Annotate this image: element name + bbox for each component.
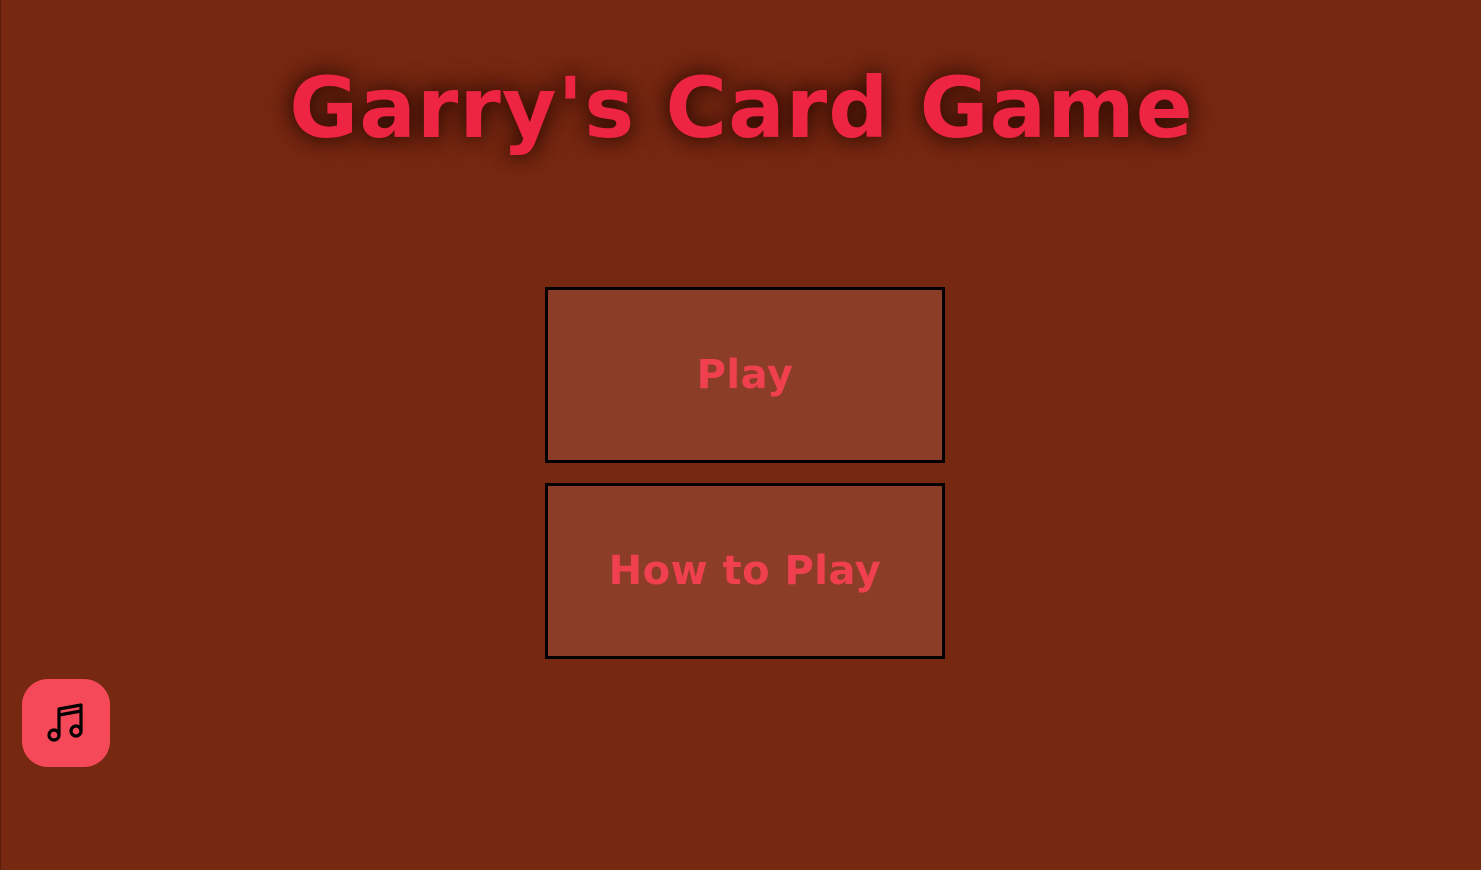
game-title: Garry's Card Game bbox=[289, 59, 1194, 157]
main-menu-screen: Garry's Card Game Play How to Play bbox=[0, 0, 1481, 870]
how-to-play-button-label: How to Play bbox=[608, 548, 882, 594]
music-toggle-button[interactable] bbox=[22, 679, 110, 767]
play-button[interactable]: Play bbox=[545, 287, 945, 463]
how-to-play-button[interactable]: How to Play bbox=[545, 483, 945, 659]
music-note-icon bbox=[47, 703, 83, 742]
play-button-label: Play bbox=[696, 352, 794, 398]
